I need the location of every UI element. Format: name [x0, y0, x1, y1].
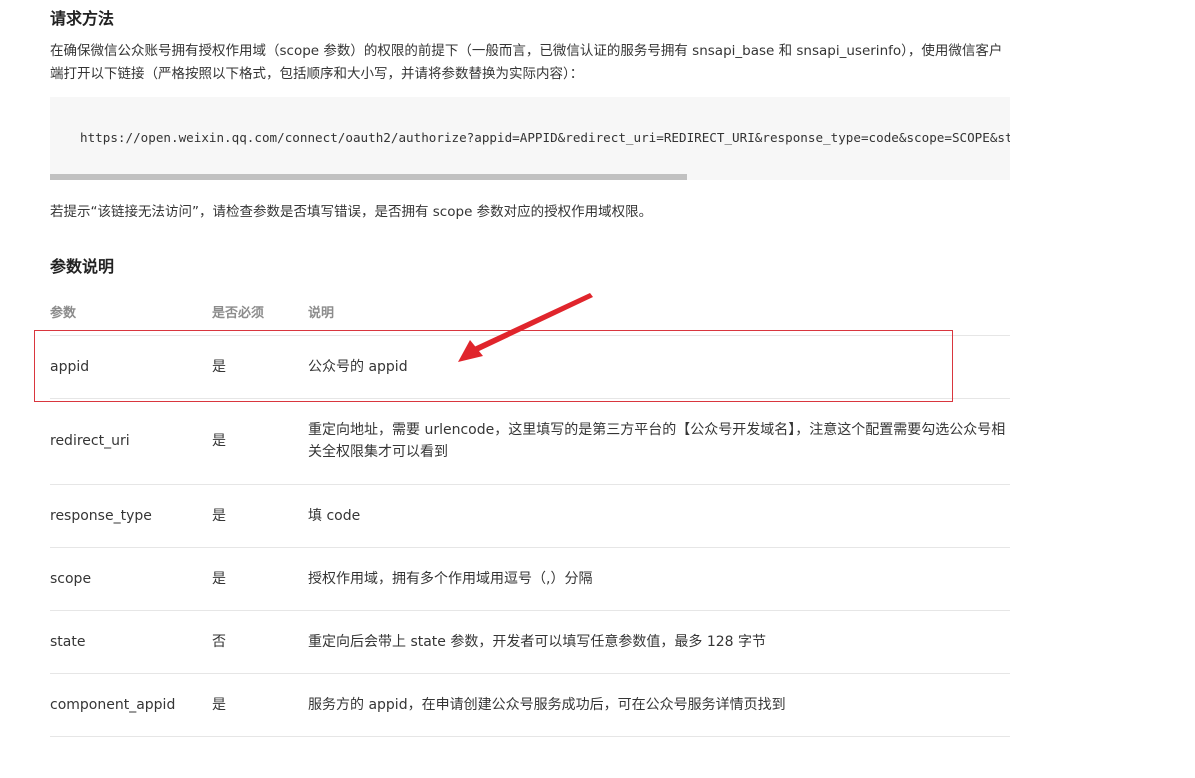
arrow-shaft — [474, 293, 593, 352]
arrow-head — [458, 340, 483, 362]
annotation-arrow-icon — [458, 293, 593, 362]
